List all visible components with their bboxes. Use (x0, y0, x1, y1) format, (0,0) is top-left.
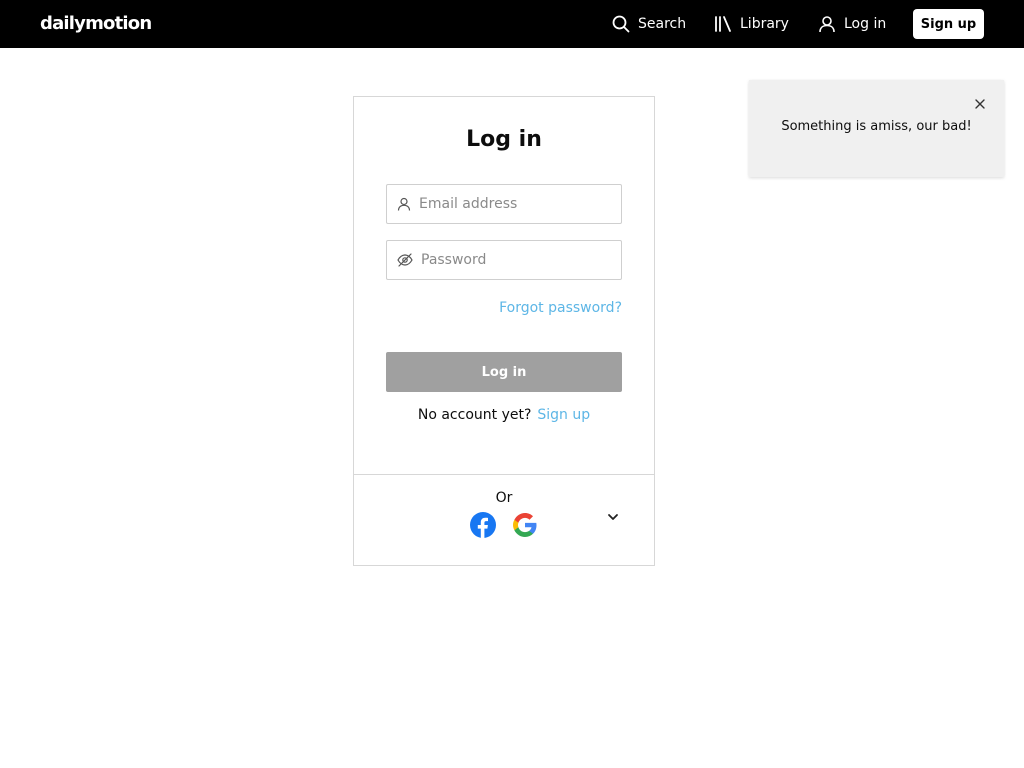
header-login-label: Log in (844, 16, 887, 32)
dailymotion-logo[interactable]: dailymotion (40, 12, 152, 36)
chevron-down-icon[interactable] (605, 509, 621, 525)
divider (354, 474, 654, 475)
signup-prompt: No account yet? Sign up (354, 407, 654, 423)
search-label: Search (638, 16, 687, 32)
email-field[interactable] (386, 184, 622, 224)
forgot-password-link[interactable]: Forgot password? (386, 300, 622, 316)
error-toast: Something is amiss, our bad! (749, 80, 1004, 177)
no-account-text: No account yet? (417, 407, 532, 423)
user-icon (397, 197, 411, 211)
facebook-icon[interactable] (470, 512, 496, 538)
password-input[interactable] (421, 252, 611, 268)
library-button[interactable]: Library (714, 12, 789, 36)
email-input[interactable] (419, 196, 609, 212)
close-icon[interactable] (974, 98, 986, 110)
user-icon (819, 16, 835, 33)
google-icon[interactable] (512, 512, 538, 538)
library-label: Library (740, 16, 789, 32)
library-icon (715, 16, 731, 32)
toast-message: Something is amiss, our bad! (781, 119, 972, 134)
signup-link[interactable]: Sign up (537, 407, 590, 423)
or-label: Or (495, 490, 513, 506)
header-signup-button[interactable]: Sign up (913, 9, 984, 39)
header-login-button[interactable]: Log in (818, 12, 886, 36)
password-field[interactable] (386, 240, 622, 280)
eye-slash-icon[interactable] (397, 253, 413, 267)
search-icon (612, 15, 630, 33)
login-submit-button[interactable]: Log in (386, 352, 622, 392)
search-button[interactable]: Search (612, 12, 686, 36)
top-navigation-bar: dailymotion Search Library Log in Sign u… (0, 0, 1024, 48)
login-card: Log in Forgot password? Log in No accoun… (353, 96, 655, 566)
page-title: Log in (466, 127, 542, 152)
